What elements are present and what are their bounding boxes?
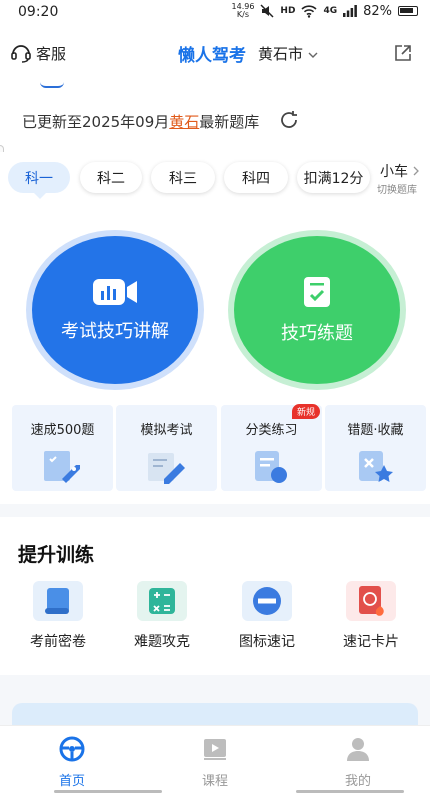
- chevron-right-icon: [413, 166, 419, 176]
- exam-tips-circle: 考试技巧讲解: [32, 236, 198, 384]
- switch-bank-label: 切换题库: [377, 185, 417, 196]
- status-bar: 09:20 14.96 K/s HD 4G 82%: [0, 0, 430, 26]
- share-button[interactable]: [394, 44, 412, 66]
- nav-course-label: 课程: [201, 774, 228, 789]
- car-type-label: 小车: [380, 164, 408, 180]
- app-screen: 09:20 14.96 K/s HD 4G 82% 客服 懒人驾考 黄石市 已更…: [0, 0, 430, 800]
- calculator-icon: [137, 581, 187, 621]
- training-title: 提升训练: [18, 544, 95, 566]
- wrong-favorites-label: 错题·收藏: [347, 423, 404, 438]
- wrong-favorites-card[interactable]: 错题·收藏: [325, 405, 426, 491]
- steering-wheel-icon: [59, 736, 85, 762]
- customer-service-label: 客服: [36, 44, 67, 63]
- hero-section: 考试技巧讲解 技巧练题: [0, 204, 430, 400]
- exam-tips-button[interactable]: 考试技巧讲解: [26, 230, 204, 390]
- brand-title: 懒人驾考: [178, 46, 246, 66]
- update-notice: 已更新至2025年09月黄石最新题库: [22, 113, 260, 131]
- active-tab-pointer: [34, 193, 46, 199]
- chevron-down-icon: [308, 52, 318, 58]
- video-camera-icon: [93, 279, 137, 305]
- tips-practice-button[interactable]: 技巧练题: [228, 230, 406, 390]
- net-speed: 14.96 K/s: [231, 2, 255, 19]
- flash-cards-item[interactable]: 速记卡片: [321, 581, 421, 651]
- share-icon: [395, 45, 411, 61]
- status-right: 14.96 K/s HD 4G 82%: [232, 3, 418, 19]
- refresh-icon: [281, 111, 297, 128]
- scroll-icon: [33, 581, 83, 621]
- battery-icon: [398, 6, 418, 16]
- sign-memory-label: 图标速记: [239, 634, 295, 650]
- gesture-bar-right: [296, 790, 404, 793]
- tips-practice-label: 技巧练题: [281, 323, 353, 344]
- person-icon: [347, 738, 369, 761]
- status-time: 09:20: [18, 4, 59, 20]
- tab-12-points[interactable]: 扣满12分: [297, 162, 370, 193]
- nav-mine-label: 我的: [344, 774, 371, 789]
- decorative-arc: [40, 82, 64, 88]
- tab-subject-2[interactable]: 科二: [80, 162, 142, 193]
- tips-practice-circle: 技巧练题: [234, 236, 400, 384]
- rocket-doc-icon: [44, 451, 80, 483]
- nav-home-label: 首页: [58, 774, 85, 789]
- customer-service-button[interactable]: 客服: [10, 42, 66, 64]
- tab-subject-4[interactable]: 科四: [224, 162, 288, 193]
- city-selector[interactable]: 黄石市: [258, 43, 318, 64]
- hard-questions-label: 难题攻克: [134, 634, 190, 650]
- mute-icon: [260, 4, 274, 18]
- mock-exam-card[interactable]: 模拟考试: [116, 405, 217, 491]
- pencil-paper-icon: [148, 453, 185, 484]
- wrong-star-icon: [359, 451, 393, 482]
- category-practice-card[interactable]: 分类练习 新规: [221, 404, 322, 491]
- flash-cards-label: 速记卡片: [343, 634, 399, 650]
- bottom-navigation: 首页 课程 我的: [0, 725, 430, 800]
- tab-subject-3[interactable]: 科三: [151, 162, 215, 193]
- nav-mine[interactable]: 我的: [318, 736, 398, 789]
- pre-exam-paper-item[interactable]: 考前密卷: [8, 581, 108, 651]
- hd-label: HD: [280, 6, 296, 16]
- gesture-bar-left: [54, 790, 162, 793]
- refresh-button[interactable]: [278, 109, 300, 135]
- hard-questions-item[interactable]: 难题攻克: [112, 581, 212, 651]
- battery-percent: 82%: [363, 3, 392, 19]
- city-label: 黄石市: [258, 45, 304, 63]
- flash-card-icon: [346, 581, 396, 621]
- advanced-training-section: 提升训练 考前密卷 难题攻克 图标速记 速记卡片: [0, 517, 430, 675]
- video-play-icon: [204, 739, 226, 760]
- top-header: 客服 懒人驾考 黄石市: [0, 26, 430, 82]
- new-rules-badge: 新规: [291, 404, 320, 419]
- checklist-icon: [304, 277, 330, 307]
- category-practice-label: 分类练习: [245, 423, 298, 438]
- update-notice-area: 已更新至2025年09月黄石最新题库: [0, 82, 430, 152]
- category-doc-icon: [255, 451, 287, 483]
- signal-type: 4G: [323, 6, 338, 16]
- mock-exam-label: 模拟考试: [140, 423, 193, 438]
- feature-cards: 速成500题 模拟考试 分类练习 新规 错题·收藏: [0, 400, 430, 504]
- notice-city-link[interactable]: 黄石: [169, 113, 199, 131]
- nav-course[interactable]: 课程: [175, 736, 255, 789]
- exam-tips-label: 考试技巧讲解: [61, 321, 169, 342]
- tab-subject-1[interactable]: 科一: [8, 162, 70, 193]
- speed-500-card[interactable]: 速成500题: [12, 405, 113, 491]
- signal-icon: [343, 5, 357, 17]
- subject-tabs: 科一 科二 科三 科四 扣满12分 小车 切换题库: [0, 152, 430, 204]
- no-entry-sign-icon: [242, 581, 292, 621]
- sign-memory-item[interactable]: 图标速记: [217, 581, 317, 651]
- speed-500-label: 速成500题: [30, 423, 95, 438]
- nav-home[interactable]: 首页: [32, 736, 112, 789]
- pre-exam-paper-label: 考前密卷: [30, 634, 86, 650]
- wifi-icon: [301, 4, 317, 18]
- headset-icon: [11, 45, 31, 63]
